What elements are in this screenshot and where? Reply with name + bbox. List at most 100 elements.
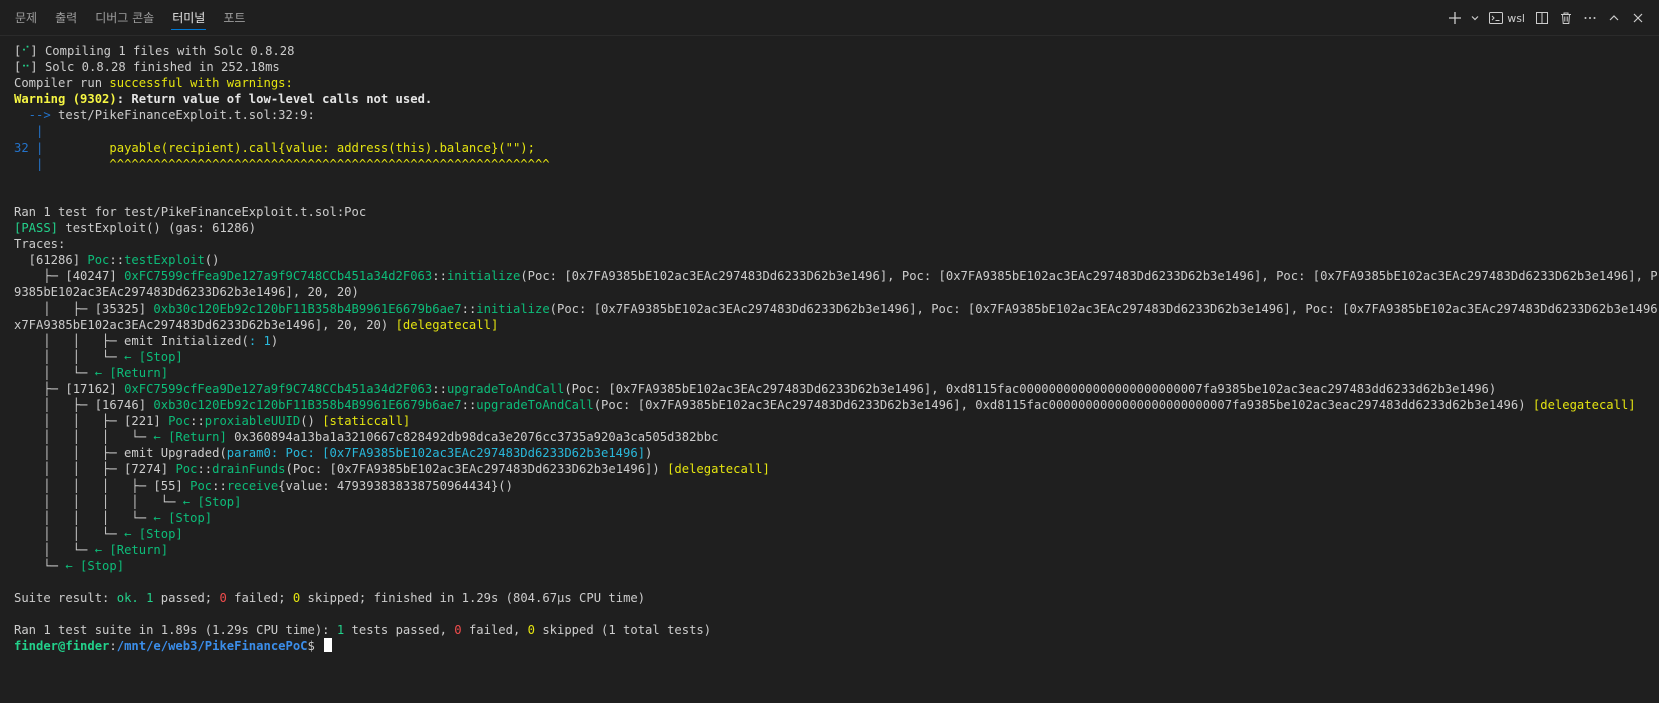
terminal-text: │ │ │ └─ [14,430,154,445]
terminal-line: | [14,123,1657,139]
terminal-line: Warning (9302): Return value of low-leve… [14,91,1657,107]
terminal-text: upgradeToAndCall [446,381,565,396]
split-icon [1534,10,1550,26]
terminal-text: testExploit() (gas: 61286) [58,221,257,236]
terminal-text: [delegatecall] [395,317,499,332]
terminal-line: │ ├─ [35325] 0xb30c120Eb92c120bF11B358b4… [14,301,1657,317]
tab-debug-console[interactable]: 디버그 콘솔 [86,0,163,36]
terminal-text: │ │ └─ [14,349,125,364]
terminal-text: test/PikeFinanceExploit.t.sol:32:9: [58,108,315,123]
terminal-line: │ └─ ← [Return] [14,365,1657,381]
terminal-text: :: [432,269,447,284]
terminal-line: │ │ │ └─ ← [Stop] [14,510,1657,526]
terminal-text: Traces: [14,237,66,252]
terminal-text: | [14,124,44,139]
terminal-line: │ │ │ │ └─ ← [Stop] [14,494,1657,510]
terminal-text: 0xFC7599cfFea9De127a9f9C748CCb451a34d2F0… [124,381,433,396]
terminal-text: --> [14,108,59,123]
terminal-text: drainFunds [212,462,286,477]
terminal-text: failed, [461,623,528,638]
terminal-text: (Poc: [0x7FA9385bE102ac3EAc297483Dd6233D… [564,381,1497,396]
terminal-line: Compiler run successful with warnings: [14,75,1657,91]
terminal-line: │ │ │ ├─ [55] Poc::receive{value: 479393… [14,478,1657,494]
terminal-text: Poc [175,462,198,477]
terminal-text: └─ [14,559,66,573]
shell-label: wsl [1507,11,1525,25]
prompt-userhost: finder@finder [14,639,110,654]
terminal-text: [PASS] [14,221,59,236]
terminal-text: │ └─ [14,542,95,557]
terminal-text: initialize [476,301,550,316]
terminal-text: 0xb30c120Eb92c120bF11B358b4B9961E6679b6a… [153,301,462,316]
terminal-line: │ │ └─ ← [Stop] [14,349,1657,365]
terminal-text: :: [461,398,477,413]
terminal-text: │ │ │ └─ [14,510,154,525]
terminal-line: │ ├─ [16746] 0xb30c120Eb92c120bF11B358b4… [14,397,1657,413]
panel-tabs: 문제 출력 디버그 콘솔 터미널 포트 [6,0,254,36]
terminal-icon [1488,10,1504,26]
terminal-scrollbar[interactable] [1655,36,1659,703]
kill-terminal-button[interactable] [1555,7,1577,29]
terminal-text: passed; [153,591,220,606]
terminal-text: 32 | [14,140,44,155]
terminal-text: : 1 [248,333,271,348]
terminal-text: ⠊ [21,44,31,58]
new-terminal-button[interactable] [1444,7,1466,29]
terminal-text: skipped (1 total tests) [535,623,712,638]
maximize-panel-button[interactable] [1603,7,1625,29]
terminal-text: param0: Poc: [0x7FA9385bE102ac3EAc297483… [226,446,646,461]
terminal-text: 0 [527,623,535,638]
prompt-path: /mnt/e/web3/PikeFinancePoC [116,639,308,654]
terminal-text: ) [270,333,279,348]
terminal-text: skipped; finished in 1.29s (804.67µs CPU… [300,591,646,606]
launch-profile-button[interactable] [1468,7,1482,29]
terminal-text: │ │ ├─ emit Initialized( [14,333,249,348]
terminal-text: │ │ │ │ └─ [14,494,183,509]
terminal-text: : Return value of low-level calls not us… [116,92,433,107]
terminal-line: --> test/PikeFinanceExploit.t.sol:32:9: [14,107,1657,123]
split-terminal-button[interactable] [1531,7,1553,29]
terminal-text: 0 [219,591,227,606]
terminal-shell-selector[interactable]: wsl [1484,7,1529,29]
tab-ports[interactable]: 포트 [214,0,254,36]
tab-problems[interactable]: 문제 [6,0,46,36]
terminal-output[interactable]: [⠊] Compiling 1 files with Solc 0.8.28 [⠒… [14,43,1657,663]
panel-actions: wsl [1444,0,1649,36]
terminal-line: │ │ ├─ [221] Poc::proxiableUUID() [stati… [14,413,1657,429]
terminal-line: 32 | payable(recipient).call{value: addr… [14,140,1657,156]
terminal-line: Ran 1 test for test/PikeFinanceExploit.t… [14,204,1657,220]
terminal-line: | ^^^^^^^^^^^^^^^^^^^^^^^^^^^^^^^^^^^^^^… [14,156,1657,172]
more-actions-button[interactable] [1579,7,1601,29]
terminal-text: [staticcall] [322,414,411,429]
terminal-text: 0xb30c120Eb92c120bF11B358b4B9961E6679b6a… [153,398,462,413]
close-icon [1630,10,1646,26]
close-panel-button[interactable] [1627,7,1649,29]
prompt-symbol: $ [307,639,323,654]
terminal-text: ← [Stop] [124,526,183,541]
tab-terminal[interactable]: 터미널 [163,0,214,36]
terminal-prompt[interactable]: finder@finder:/mnt/e/web3/PikeFinancePoC… [14,638,1657,654]
terminal-text: Ran 1 test suite in 1.89s (1.29s CPU tim… [14,623,337,638]
trash-icon [1558,10,1574,26]
terminal-line: Ran 1 test suite in 1.89s (1.29s CPU tim… [14,622,1657,638]
tab-output[interactable]: 출력 [46,0,86,36]
terminal-text: 0 [454,623,462,638]
terminal-text: ⠒ [21,60,31,75]
chevron-up-icon [1606,10,1622,26]
terminal-text: (Poc: [0x7FA9385bE102ac3EAc297483Dd6233D… [520,269,1657,284]
terminal-text: () [300,414,323,429]
terminal-text: Poc [87,253,110,268]
terminal-text: ok. [116,591,139,606]
terminal-text: ← [Return] [94,542,169,557]
terminal-text: ├─ [17162] [14,381,125,396]
terminal-text: Poc [190,478,213,493]
prompt-separator: : [109,639,117,654]
terminal-line: Suite result: ok. 1 passed; 0 failed; 0 … [14,590,1657,606]
terminal-text: [61286] [14,253,88,268]
terminal-text: :: [197,462,213,477]
terminal-line: [61286] Poc::testExploit() [14,252,1657,268]
terminal-text: │ │ ├─ [7274] [14,462,176,477]
terminal-line: └─ ← [Stop] [14,558,1657,574]
terminal-text: tests passed, [344,623,455,638]
